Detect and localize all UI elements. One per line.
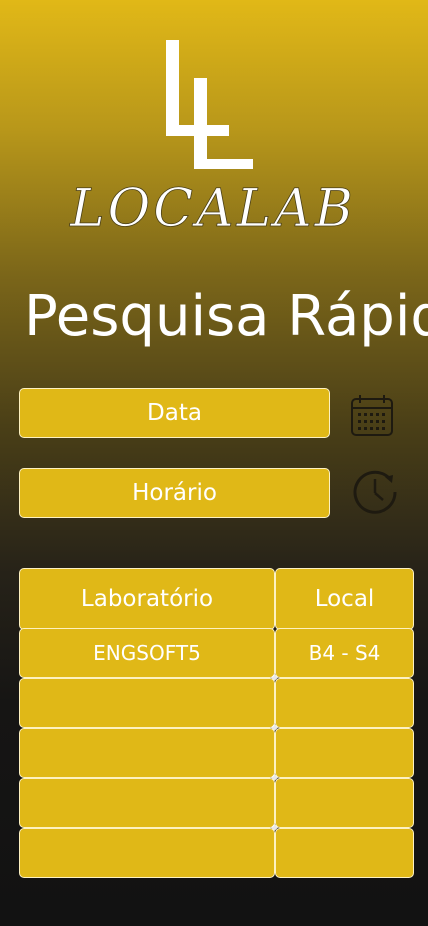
- table-cell-lab[interactable]: [19, 678, 275, 728]
- localab-logo: LOCALAB: [69, 40, 356, 239]
- header-label: Laboratório: [80, 586, 214, 612]
- time-field[interactable]: Horário: [19, 468, 330, 518]
- cell-text: ENGSOFT5: [93, 641, 201, 665]
- header-laboratorio: Laboratório: [19, 568, 275, 630]
- table-cell-lab[interactable]: [19, 778, 275, 828]
- header-label: Local: [314, 586, 375, 612]
- table-cell-local[interactable]: B4 - S4: [275, 628, 414, 678]
- date-field[interactable]: Data: [19, 388, 330, 438]
- table-cell-lab[interactable]: [19, 828, 275, 878]
- table-cell-local[interactable]: [275, 678, 414, 728]
- table-cell-lab[interactable]: ENGSOFT5: [19, 628, 275, 678]
- calendar-icon[interactable]: [346, 394, 398, 438]
- page-title: Pesquisa Rápida: [24, 284, 428, 349]
- clock-icon[interactable]: [352, 469, 398, 515]
- table-cell-local[interactable]: [275, 728, 414, 778]
- time-field-label: Horário: [132, 480, 217, 506]
- table-cell-local[interactable]: [275, 778, 414, 828]
- header-local: Local: [275, 568, 414, 630]
- brand-wordmark: LOCALAB: [69, 179, 356, 239]
- cell-text: B4 - S4: [308, 641, 381, 665]
- date-field-label: Data: [147, 400, 202, 426]
- table-cell-lab[interactable]: [19, 728, 275, 778]
- table-cell-local[interactable]: [275, 828, 414, 878]
